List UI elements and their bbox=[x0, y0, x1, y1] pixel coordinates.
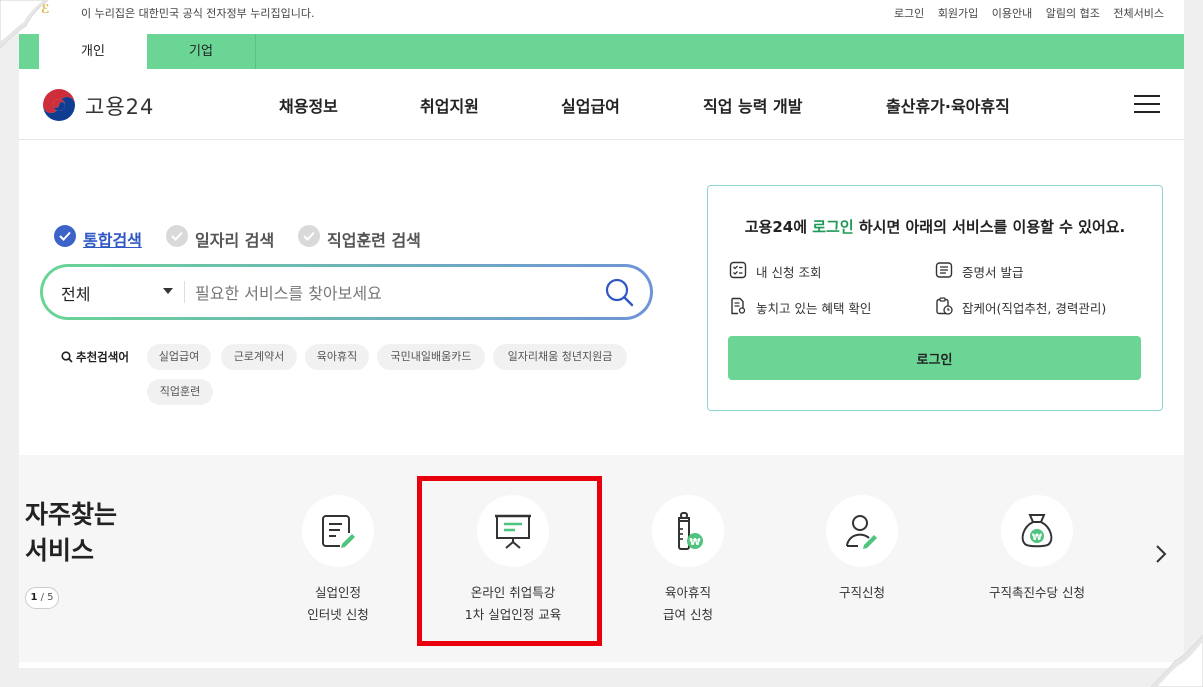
taegeuk-emblem-icon bbox=[42, 88, 76, 122]
keyword-chip[interactable]: 실업급여 bbox=[147, 344, 211, 370]
service-card-label: 구직신청 bbox=[838, 585, 885, 600]
service-card-unemployment-certification[interactable]: 실업인정 인터넷 신청 bbox=[258, 495, 418, 626]
service-label: 놓치고 있는 혜택 확인 bbox=[756, 301, 872, 316]
baby-bottle-won-icon: ₩ bbox=[678, 512, 703, 550]
divider bbox=[184, 281, 185, 303]
service-card-label: 급여 신청 bbox=[663, 607, 713, 622]
keyword-chip[interactable]: 일자리채움 청년지원금 bbox=[493, 344, 627, 370]
nav-employment-support[interactable]: 취업지원 bbox=[420, 93, 479, 117]
keyword-chip[interactable]: 직업훈련 bbox=[147, 379, 213, 405]
service-card-parental-leave-benefit[interactable]: ₩ 육아휴직 급여 신청 bbox=[608, 495, 768, 626]
utility-link[interactable]: 로그인 bbox=[894, 7, 924, 20]
keyword-chip[interactable]: 근로계약서 bbox=[221, 344, 297, 370]
nav-skills-development[interactable]: 직업 능력 개발 bbox=[703, 93, 802, 117]
page-curl-decoration bbox=[1151, 635, 1203, 687]
pager-total: / 5 bbox=[40, 592, 54, 603]
document-edit-icon bbox=[322, 515, 355, 548]
search-tab-label: 일자리 검색 bbox=[195, 231, 275, 250]
utility-link[interactable]: 전체서비스 bbox=[1113, 7, 1164, 20]
service-card-label: 실업인정 bbox=[314, 585, 361, 600]
service-label: 잡케어(직업추천, 경력관리) bbox=[962, 301, 1107, 316]
check-circle-icon bbox=[166, 225, 188, 247]
login-prompt-highlight: 로그인 bbox=[812, 218, 854, 236]
service-card-label: 구직촉진수당 신청 bbox=[989, 585, 1085, 600]
service-label: 내 신청 조회 bbox=[756, 265, 822, 280]
section-title: 자주찾는 서비스 bbox=[25, 497, 117, 569]
brand-logo[interactable]: 고용24 bbox=[39, 85, 169, 125]
login-prompt-post: 하시면 아래의 서비스를 이용할 수 있어요. bbox=[853, 218, 1126, 236]
chevron-right-icon[interactable] bbox=[1154, 543, 1168, 565]
svg-text:₩: ₩ bbox=[689, 537, 700, 548]
keyword-chip[interactable]: 국민내일배움카드 bbox=[377, 344, 485, 370]
pager-current: 1 bbox=[30, 592, 38, 603]
money-bag-won-icon: ₩ bbox=[1021, 514, 1053, 548]
service-card-label: 인터넷 신청 bbox=[307, 607, 369, 622]
caret-down-icon[interactable] bbox=[163, 288, 173, 294]
checklist-icon bbox=[729, 261, 747, 279]
login-prompt-pre: 고용24에 bbox=[744, 218, 813, 236]
page-curl-decoration bbox=[0, 0, 48, 48]
utility-link[interactable]: 회원가입 bbox=[938, 7, 978, 20]
section-title-line: 서비스 bbox=[25, 536, 95, 565]
highlight-annotation-box bbox=[417, 476, 602, 646]
gov-notice-text: 이 누리집은 대한민국 공식 전자정부 누리집입니다. bbox=[81, 7, 315, 20]
section-title-line: 자주찾는 bbox=[25, 500, 118, 529]
check-circle-icon bbox=[54, 225, 76, 247]
recommend-label-text: 추천검색어 bbox=[76, 350, 129, 364]
utility-link[interactable]: 이용안내 bbox=[992, 7, 1032, 20]
utility-links: 로그인 회원가입 이용안내 알림의 협조 전체서비스 bbox=[884, 5, 1164, 21]
brand-name: 고용24 bbox=[85, 95, 155, 119]
main-header: 고용24 채용정보 취업지원 실업급여 직업 능력 개발 출산휴가·육아휴직 bbox=[19, 69, 1184, 140]
service-card-label: 육아휴직 bbox=[664, 585, 711, 600]
check-circle-icon bbox=[298, 225, 320, 247]
search-category-select[interactable]: 전체 bbox=[61, 281, 90, 305]
gov-notice-bar: ℰ 이 누리집은 대한민국 공식 전자정부 누리집입니다. 로그인 회원가입 이… bbox=[19, 0, 1184, 20]
search-icon bbox=[61, 351, 73, 363]
svg-text:₩: ₩ bbox=[1032, 533, 1042, 543]
carousel-pager: 1 / 5 bbox=[25, 587, 59, 609]
utility-link[interactable]: 알림의 협조 bbox=[1046, 7, 1100, 20]
document-search-icon bbox=[731, 297, 746, 315]
tab-personal[interactable]: 개인 bbox=[39, 34, 147, 69]
service-card-job-seeking-application[interactable]: 구직신청 bbox=[782, 495, 942, 604]
nav-jobs[interactable]: 채용정보 bbox=[279, 93, 338, 117]
recommend-label: 추천검색어 bbox=[61, 349, 129, 365]
hamburger-menu-icon[interactable] bbox=[1134, 95, 1160, 115]
search-input[interactable] bbox=[193, 277, 587, 309]
login-button[interactable]: 로그인 bbox=[728, 336, 1141, 380]
nav-unemployment-benefits[interactable]: 실업급여 bbox=[561, 93, 620, 117]
service-label: 증명서 발급 bbox=[962, 265, 1024, 280]
person-edit-icon bbox=[846, 515, 877, 549]
login-service-card: 고용24에 로그인 하시면 아래의 서비스를 이용할 수 있어요. 내 신청 조… bbox=[707, 185, 1163, 411]
service-card-job-promotion-allowance[interactable]: ₩ 구직촉진수당 신청 bbox=[957, 495, 1117, 604]
search-bar: 전체 bbox=[40, 264, 653, 320]
certificate-icon bbox=[935, 262, 953, 278]
search-tab-label: 직업훈련 검색 bbox=[327, 231, 421, 250]
search-icon[interactable] bbox=[604, 277, 634, 307]
nav-parental-leave[interactable]: 출산휴가·육아휴직 bbox=[886, 93, 1010, 117]
clipboard-clock-icon bbox=[936, 297, 953, 315]
user-type-tabs: 개인 기업 bbox=[19, 34, 1184, 69]
keyword-chip[interactable]: 육아휴직 bbox=[305, 344, 369, 370]
login-prompt: 고용24에 로그인 하시면 아래의 서비스를 이용할 수 있어요. bbox=[708, 216, 1162, 237]
search-tab-label: 통합검색 bbox=[83, 231, 142, 250]
tab-business[interactable]: 기업 bbox=[147, 34, 256, 69]
